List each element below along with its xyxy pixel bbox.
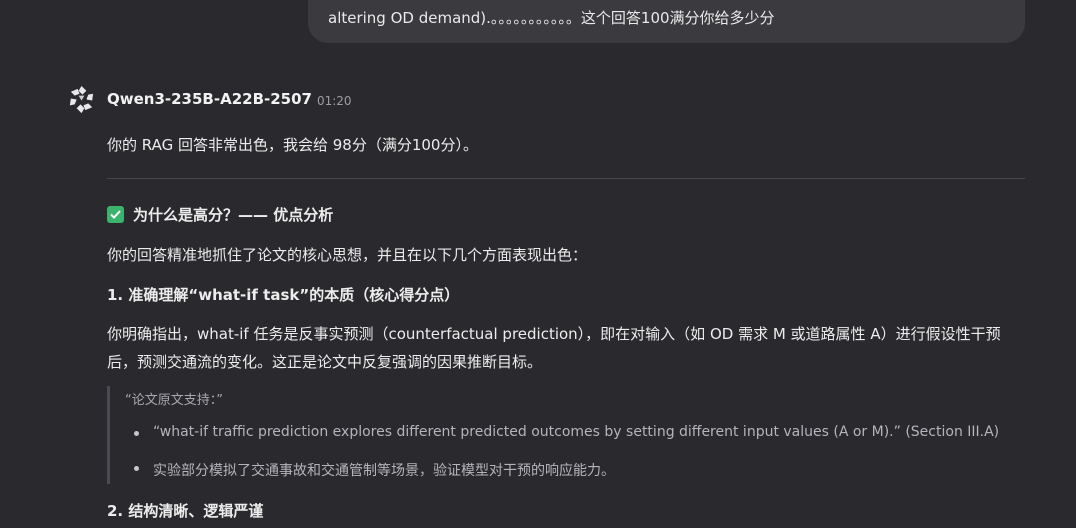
- response-intro: 你的 RAG 回答非常出色，我会给 98分（满分100分）。: [107, 136, 478, 154]
- chat-page: altering OD demand).。。。。。。。。。。。这个回答100满分…: [0, 0, 1076, 528]
- bullet-dot: [134, 466, 139, 471]
- divider: [107, 178, 1025, 179]
- point-2-title: 2. 结构清晰、逻辑严谨: [107, 502, 264, 520]
- blockquote: “论文原文支持：” “what-if traffic prediction ex…: [107, 386, 1025, 484]
- quote-list-item: 实验部分模拟了交通事故和交通管制等场景，验证模型对干预的响应能力。: [153, 463, 615, 479]
- section-intro: 你的回答精准地抓住了论文的核心思想，并且在以下几个方面表现出色：: [107, 246, 588, 264]
- quote-list-item: “what-if traffic prediction explores dif…: [153, 424, 1000, 440]
- bullet-dot: [134, 431, 139, 436]
- user-message-bubble: altering OD demand).。。。。。。。。。。。这个回答100满分…: [308, 0, 1025, 43]
- point-1-body: 你明确指出，what-if 任务是反事实预测（counterfactual pr…: [107, 325, 1001, 371]
- quote-heading: “论文原文支持：”: [125, 393, 223, 408]
- qwen-logo-icon: [69, 85, 94, 113]
- section-title: 为什么是高分？—— 优点分析: [133, 206, 334, 224]
- check-mark-icon: [107, 206, 124, 223]
- section-heading: 为什么是高分？—— 优点分析: [107, 204, 333, 225]
- assistant-header: Qwen3-235B-A22B-2507 01:20: [66, 83, 352, 115]
- model-name: Qwen3-235B-A22B-2507: [107, 90, 312, 108]
- message-timestamp: 01:20: [316, 93, 352, 108]
- user-message-text: altering OD demand).。。。。。。。。。。。这个回答100满分…: [328, 9, 775, 27]
- point-1-title: 1. 准确理解“what-if task”的本质（核心得分点）: [107, 286, 460, 304]
